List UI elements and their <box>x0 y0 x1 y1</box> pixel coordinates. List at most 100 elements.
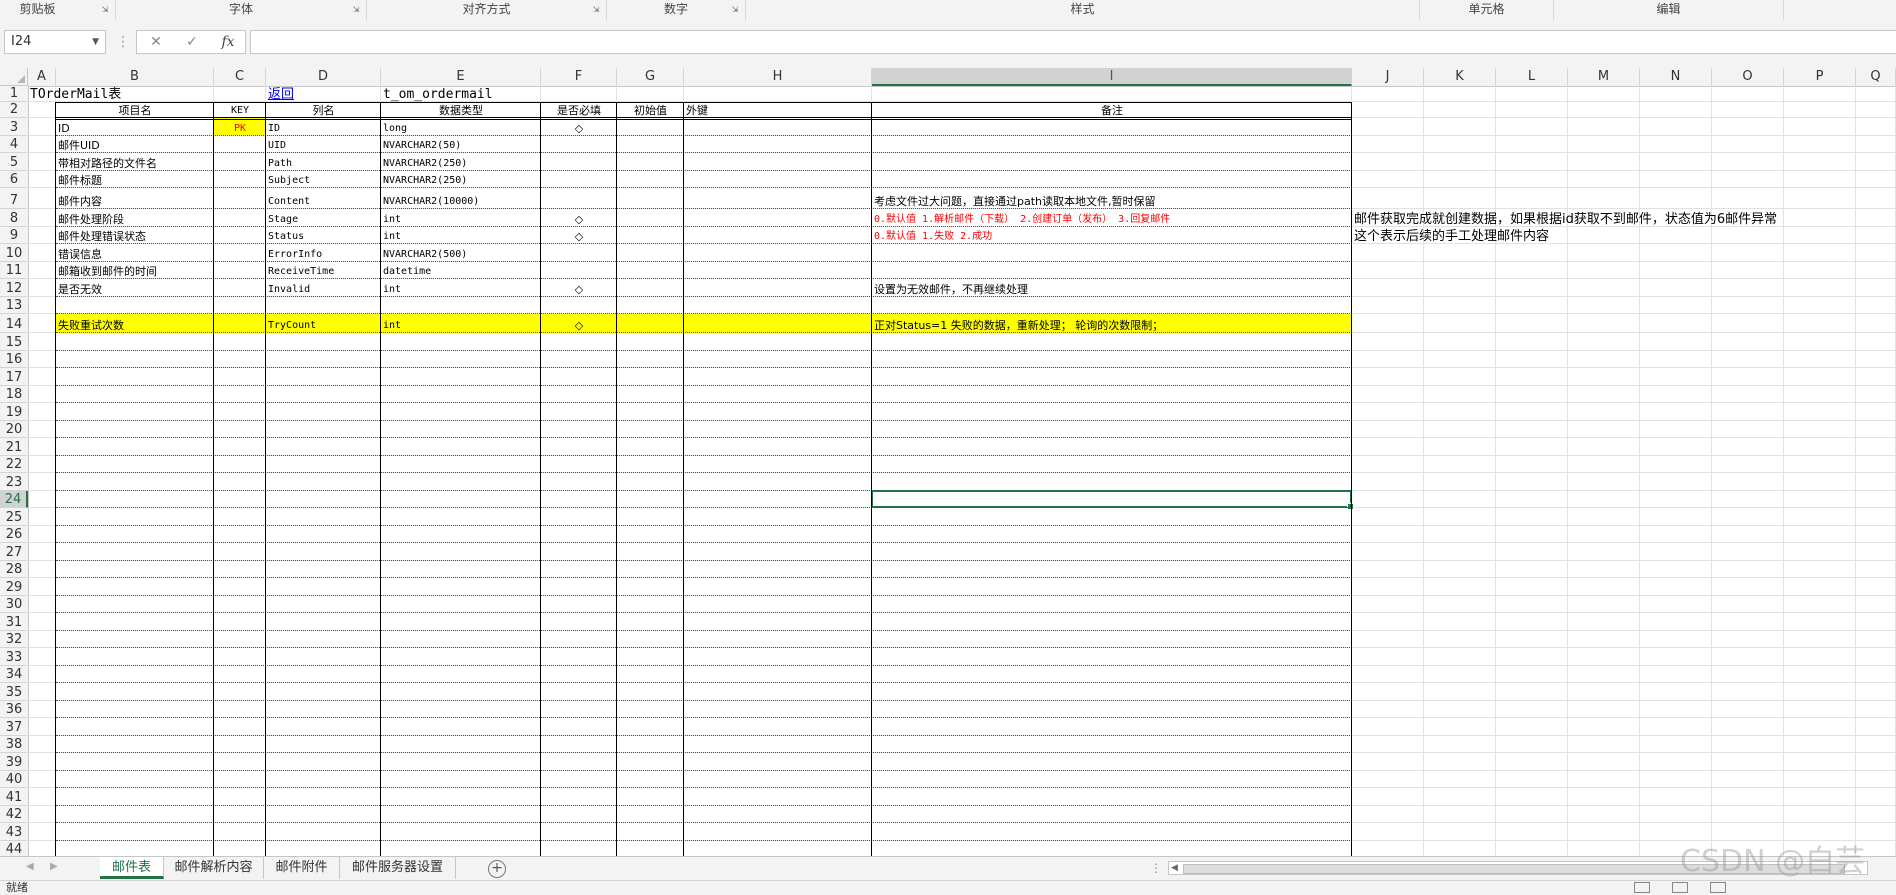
row-header-17[interactable]: 17 <box>0 368 28 386</box>
cell-remark-row-4[interactable] <box>872 136 1352 154</box>
row-header-15[interactable]: 15 <box>0 333 28 351</box>
cell-remark-row-3[interactable] <box>872 118 1352 136</box>
row-header-25[interactable]: 25 <box>0 508 28 526</box>
cell-required-row-6[interactable] <box>541 171 617 189</box>
add-sheet-button[interactable]: + <box>488 860 506 878</box>
formula-input[interactable] <box>250 30 1896 54</box>
row-header-3[interactable]: 3 <box>0 118 28 136</box>
column-header-H[interactable]: H <box>684 68 872 86</box>
prev-sheet-icon[interactable]: ◀ <box>26 861 34 872</box>
cell-key-row-6[interactable] <box>214 171 266 189</box>
row-header-24[interactable]: 24 <box>0 490 28 508</box>
row-header-30[interactable]: 30 <box>0 596 28 613</box>
cell-column-row-7[interactable]: Content <box>266 188 381 209</box>
row-header-1[interactable]: 1 <box>0 86 28 102</box>
cancel-icon[interactable]: ✕ <box>141 31 171 53</box>
cell-key-row-8[interactable] <box>214 209 266 227</box>
cell-required-row-10[interactable] <box>541 244 617 262</box>
cell-item-row-10[interactable]: 错误信息 <box>56 244 214 262</box>
next-sheet-icon[interactable]: ▶ <box>50 861 58 872</box>
column-header-L[interactable]: L <box>1496 68 1568 86</box>
side-note-1[interactable]: 邮件获取完成就创建数据，如果根据id获取不到邮件，状态值为6邮件异常 <box>1352 209 1784 227</box>
row-header-12[interactable]: 12 <box>0 279 28 297</box>
cell-required-row-13[interactable] <box>541 297 617 315</box>
row-header-11[interactable]: 11 <box>0 262 28 279</box>
cell-item-row-5[interactable]: 带相对路径的文件名 <box>56 153 214 171</box>
dialog-launcher-icon[interactable]: ⇲ <box>352 6 360 14</box>
cell-remark-row-11[interactable] <box>872 262 1352 280</box>
worksheet-grid[interactable]: ABCDEFGHIJKLMNOPQ 1 2 3 4 5 6 7 8 9 10 11 12 13 14 15 1… <box>0 68 1896 856</box>
column-header-E[interactable]: E <box>381 68 541 86</box>
cell-datatype-row-14[interactable]: int <box>381 314 541 333</box>
cell-key-row-12[interactable] <box>214 279 266 297</box>
row-header-6[interactable]: 6 <box>0 171 28 188</box>
select-all-button[interactable] <box>0 68 28 86</box>
row-header-42[interactable]: 42 <box>0 806 28 823</box>
column-header-M[interactable]: M <box>1568 68 1640 86</box>
row-header-43[interactable]: 43 <box>0 823 28 841</box>
row-header-13[interactable]: 13 <box>0 297 28 314</box>
cell-datatype-row-13[interactable] <box>381 297 541 315</box>
cell-required-row-3[interactable]: ◇ <box>541 118 617 136</box>
dialog-launcher-icon[interactable]: ⇲ <box>592 6 600 14</box>
cell-key-row-5[interactable] <box>214 153 266 171</box>
row-header-39[interactable]: 39 <box>0 753 28 771</box>
row-header-4[interactable]: 4 <box>0 136 28 153</box>
page-layout-view-icon[interactable] <box>1672 882 1688 893</box>
row-header-38[interactable]: 38 <box>0 736 28 753</box>
cell-required-row-11[interactable] <box>541 262 617 280</box>
cell-required-row-9[interactable]: ◇ <box>541 227 617 245</box>
cell-key-row-3[interactable]: PK <box>214 118 266 136</box>
column-header-B[interactable]: B <box>56 68 214 86</box>
cell-item-row-4[interactable]: 邮件UID <box>56 136 214 154</box>
cell-remark-row-13[interactable] <box>872 297 1352 315</box>
row-header-27[interactable]: 27 <box>0 543 28 561</box>
header-required[interactable]: 是否必填 <box>541 102 617 118</box>
header-item-name[interactable]: 项目名 <box>56 102 214 118</box>
row-header-9[interactable]: 9 <box>0 227 28 244</box>
table-name[interactable]: t_om_ordermail <box>381 86 617 102</box>
row-header-34[interactable]: 34 <box>0 666 28 683</box>
row-header-5[interactable]: 5 <box>0 153 28 171</box>
row-header-2[interactable]: 2 <box>0 102 28 118</box>
enter-icon[interactable]: ✓ <box>177 31 207 53</box>
column-header-C[interactable]: C <box>214 68 266 86</box>
row-header-36[interactable]: 36 <box>0 701 28 718</box>
cell-item-row-13[interactable] <box>56 297 214 315</box>
cell-remark-row-8[interactable]: 0.默认值 1.解析邮件（下载） 2.创建订单（发布） 3.回复邮件 <box>872 209 1352 227</box>
row-header-10[interactable]: 10 <box>0 244 28 262</box>
row-header-40[interactable]: 40 <box>0 771 28 788</box>
cell-datatype-row-11[interactable]: datetime <box>381 262 541 280</box>
cell-remark-row-6[interactable] <box>872 171 1352 189</box>
cell-column-row-10[interactable]: ErrorInfo <box>266 244 381 262</box>
cell-area[interactable]: TOrderMail表 返回 t_om_ordermail 项目名 KEY 列名… <box>28 86 1896 856</box>
row-header-19[interactable]: 19 <box>0 403 28 421</box>
column-header-Q[interactable]: Q <box>1856 68 1896 86</box>
row-header-23[interactable]: 23 <box>0 473 28 491</box>
header-key[interactable]: KEY <box>214 102 266 118</box>
row-header-31[interactable]: 31 <box>0 613 28 631</box>
tab-mail-parse-content[interactable]: 邮件解析内容 <box>164 857 264 879</box>
cell-item-row-12[interactable]: 是否无效 <box>56 279 214 297</box>
cell-datatype-row-5[interactable]: NVARCHAR2(250) <box>381 153 541 171</box>
row-header-29[interactable]: 29 <box>0 578 28 596</box>
column-header-I[interactable]: I <box>872 68 1352 86</box>
cell-column-row-13[interactable] <box>266 297 381 315</box>
selected-cell-I24[interactable] <box>871 489 1354 510</box>
cell-key-row-4[interactable] <box>214 136 266 154</box>
header-default[interactable]: 初始值 <box>617 102 684 118</box>
column-header-K[interactable]: K <box>1424 68 1496 86</box>
column-header-P[interactable]: P <box>1784 68 1856 86</box>
cell-column-row-12[interactable]: Invalid <box>266 279 381 297</box>
cell-remark-row-5[interactable] <box>872 153 1352 171</box>
more-options-icon[interactable]: ⋮ <box>116 34 130 50</box>
row-header-18[interactable]: 18 <box>0 386 28 403</box>
tab-mail-server-settings[interactable]: 邮件服务器设置 <box>340 857 456 879</box>
cell-required-row-5[interactable] <box>541 153 617 171</box>
header-remark[interactable]: 备注 <box>872 102 1352 118</box>
dialog-launcher-icon[interactable]: ⇲ <box>101 6 109 14</box>
row-header-21[interactable]: 21 <box>0 438 28 456</box>
row-header-41[interactable]: 41 <box>0 788 28 806</box>
row-header-28[interactable]: 28 <box>0 561 28 578</box>
cell-column-row-4[interactable]: UID <box>266 136 381 154</box>
